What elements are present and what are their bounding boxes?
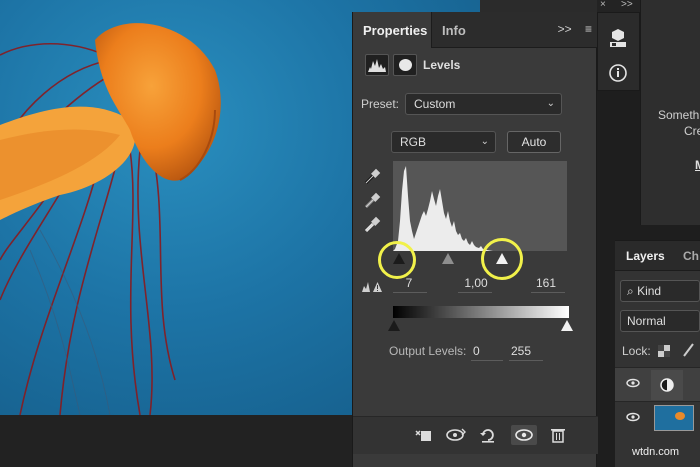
output-low-value[interactable]: 0	[473, 344, 480, 358]
output-high-value[interactable]: 255	[511, 344, 531, 358]
blend-mode-select[interactable]: Normal	[620, 310, 700, 332]
clip-to-layer-icon[interactable]	[413, 425, 435, 445]
3d-cube-icon[interactable]	[604, 26, 632, 52]
thumbnail-subject	[675, 412, 685, 420]
eye-icon[interactable]	[626, 378, 640, 388]
close-icon[interactable]: ×	[600, 0, 606, 10]
layer-row-adjustment[interactable]	[615, 367, 700, 401]
auto-button[interactable]: Auto	[507, 131, 561, 153]
collapse-panel-button[interactable]: >>	[558, 22, 572, 36]
lock-image-pixels-icon[interactable]	[682, 342, 696, 358]
preset-select[interactable]: Custom ⌄	[405, 93, 562, 115]
layer-mask-icon[interactable]	[393, 54, 417, 76]
input-underline	[393, 292, 427, 293]
input-underline	[531, 292, 565, 293]
tab-channels[interactable]: Ch	[683, 249, 699, 263]
kind-value: Kind	[637, 284, 662, 298]
photoshop-workspace: Properties Info >> ≡ Levels Preset: Cust…	[0, 0, 700, 467]
layer-filter-kind[interactable]: ⌕ Kind	[620, 280, 700, 302]
gray-point-eyedropper-icon[interactable]	[363, 192, 381, 210]
panel-menu-button[interactable]: ≡	[585, 22, 592, 36]
adjustment-title: Levels	[423, 58, 461, 72]
libraries-panel: Someth Cre M	[640, 0, 700, 225]
search-icon: ⌕	[627, 284, 634, 298]
tab-layers[interactable]: Layers	[626, 249, 665, 263]
highlight-circle-black-point	[378, 241, 416, 279]
lock-transparent-pixels-icon[interactable]	[658, 345, 670, 357]
collapse-icon[interactable]: >>	[621, 0, 633, 10]
view-previous-state-icon[interactable]	[445, 425, 467, 445]
input-underline	[471, 360, 503, 361]
panel-tools: >> ≡	[548, 22, 592, 36]
layer-thumbnail	[654, 405, 694, 431]
tab-properties[interactable]: Properties	[353, 12, 431, 48]
delete-icon[interactable]	[547, 425, 569, 445]
libraries-link[interactable]: M	[695, 158, 700, 172]
layers-panel: Layers Ch ⌕ Kind Normal Lock:	[615, 240, 700, 467]
output-levels-label: Output Levels:	[389, 344, 467, 358]
output-white-slider[interactable]	[561, 320, 573, 331]
output-levels-gradient	[393, 306, 569, 318]
channel-value: RGB	[400, 135, 427, 149]
output-black-slider[interactable]	[388, 320, 400, 331]
layer-row-image[interactable]	[615, 401, 700, 435]
input-underline	[509, 360, 543, 361]
layers-tabbar: Layers Ch	[615, 241, 700, 271]
clipping-warning-icon[interactable]	[361, 278, 383, 294]
watermark: wtdn.com	[632, 446, 680, 458]
input-black-value[interactable]: 7	[393, 276, 425, 290]
properties-tabbar: Properties Info >> ≡	[353, 12, 598, 48]
input-white-value[interactable]: 161	[530, 276, 562, 290]
preset-value: Custom	[414, 97, 456, 111]
reset-icon[interactable]	[477, 425, 499, 445]
highlight-circle-white-point	[481, 238, 523, 280]
eye-icon[interactable]	[626, 412, 640, 422]
canvas-pasteboard	[0, 415, 352, 467]
info-icon[interactable]	[604, 60, 632, 86]
black-point-eyedropper-icon[interactable]	[363, 168, 381, 186]
libraries-text: Someth	[658, 108, 700, 122]
levels-histogram	[393, 161, 567, 251]
input-levels-slider-track	[393, 251, 567, 267]
properties-panel: Properties Info >> ≡ Levels Preset: Cust…	[352, 12, 598, 467]
preset-label: Preset:	[361, 97, 400, 111]
chevron-down-icon: ⌄	[546, 98, 555, 109]
libraries-text: Cre	[684, 124, 700, 138]
input-gamma-value[interactable]: 1,00	[460, 276, 492, 290]
white-point-eyedropper-icon[interactable]	[363, 216, 381, 234]
properties-bottom-bar	[353, 416, 598, 454]
channel-select[interactable]: RGB ⌄	[391, 131, 496, 153]
tab-info[interactable]: Info	[431, 12, 481, 48]
visibility-eye-icon[interactable]	[511, 425, 537, 445]
histogram-icon[interactable]	[365, 54, 389, 76]
chevron-down-icon: ⌄	[480, 136, 489, 147]
lock-label: Lock:	[622, 344, 651, 358]
midtone-slider[interactable]	[442, 253, 454, 264]
adjustment-layer-icon	[660, 378, 674, 392]
input-underline	[458, 292, 492, 293]
tool-column-header: × >>	[597, 0, 640, 12]
adjustment-thumbnail	[651, 370, 683, 400]
